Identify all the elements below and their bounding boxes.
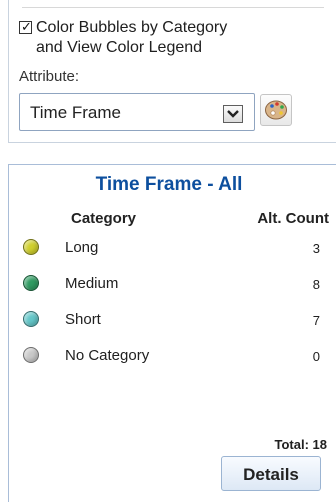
chevron-down-icon-shape bbox=[227, 110, 239, 118]
color-bubbles-checkbox-row[interactable]: ✓ Color Bubbles by Category and View Col… bbox=[19, 18, 319, 60]
total-label: Total: bbox=[274, 437, 309, 452]
color-options-panel: ✓ Color Bubbles by Category and View Col… bbox=[8, 0, 336, 143]
long-category-count: 3 bbox=[312, 241, 320, 256]
color-bubbles-checkbox-label[interactable]: Color Bubbles by Category and View Color… bbox=[36, 18, 316, 56]
legend-row-long: Long 3 bbox=[9, 237, 329, 261]
color-bubbles-checkbox[interactable]: ✓ bbox=[19, 19, 32, 34]
medium-category-label: Medium bbox=[65, 275, 119, 292]
color-bubbles-label-line-2: and View Color Legend bbox=[36, 39, 203, 56]
palette-icon[interactable] bbox=[260, 94, 292, 126]
total-count: Total: 18 bbox=[274, 437, 327, 453]
short-category-count: 7 bbox=[312, 313, 320, 328]
top-divider bbox=[22, 7, 324, 8]
medium-category-bubble-icon bbox=[23, 275, 39, 291]
time-frame-legend-page: ✓ Color Bubbles by Category and View Col… bbox=[0, 0, 336, 502]
no-category-count: 0 bbox=[312, 349, 320, 364]
short-category-label: Short bbox=[65, 311, 101, 328]
legend-row-medium: Medium 8 bbox=[9, 273, 329, 297]
total-value: 18 bbox=[312, 437, 327, 452]
details-button[interactable]: Details bbox=[221, 456, 321, 491]
no-category-bubble-icon bbox=[23, 347, 39, 363]
no-category-label: No Category bbox=[65, 347, 150, 364]
short-category-bubble-icon bbox=[23, 311, 39, 327]
alt-count-column-header: Alt. Count bbox=[257, 210, 329, 227]
medium-category-count: 8 bbox=[312, 277, 320, 292]
attribute-select[interactable]: Time Frame bbox=[19, 93, 255, 131]
attribute-label: Attribute: bbox=[19, 68, 80, 85]
attribute-selected-value: Time Frame bbox=[30, 103, 121, 122]
category-column-header: Category bbox=[71, 210, 137, 227]
palette-icon-shape bbox=[265, 100, 287, 120]
legend-title: Time Frame - All bbox=[95, 174, 243, 195]
color-bubbles-label-line-1: Color Bubbles by Category bbox=[36, 19, 228, 36]
category-legend-panel: Time Frame - All Category Alt. Count Lon… bbox=[8, 164, 336, 502]
long-category-bubble-icon bbox=[23, 239, 39, 255]
checkmark-icon: ✓ bbox=[21, 19, 32, 34]
legend-row-short: Short 7 bbox=[9, 309, 329, 333]
legend-row-no-category: No Category 0 bbox=[9, 345, 329, 369]
long-category-label: Long bbox=[65, 239, 99, 256]
chevron-down-icon[interactable] bbox=[223, 105, 243, 123]
